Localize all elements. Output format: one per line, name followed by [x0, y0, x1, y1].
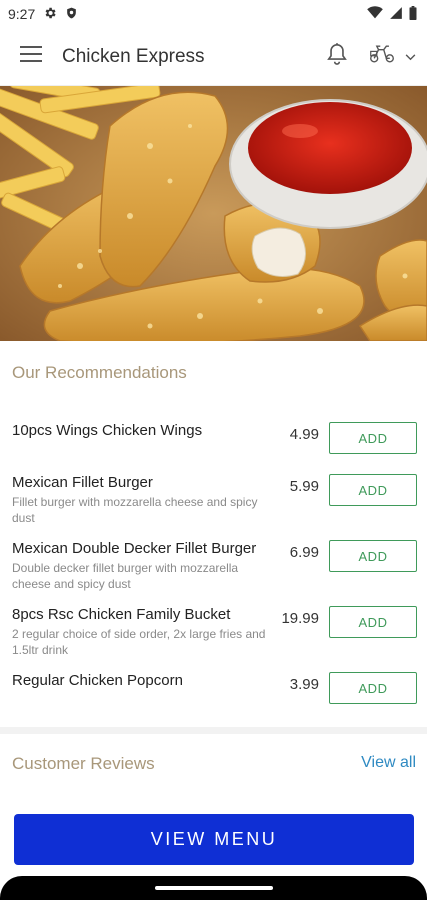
recommendations-title: Our Recommendations	[12, 363, 187, 382]
item-price: 3.99	[289, 676, 319, 693]
notifications-button[interactable]	[317, 37, 357, 77]
item-name: Mexican Double Decker Fillet Burger	[12, 540, 257, 557]
item-description: 2 regular choice of side order, 2x large…	[12, 627, 266, 657]
item-description: Double decker fillet burger with mozzare…	[12, 561, 239, 591]
system-navigation-bar	[0, 876, 427, 900]
item-name: Mexican Fillet Burger	[12, 474, 153, 491]
bell-icon	[326, 42, 348, 71]
scooter-icon	[369, 44, 395, 69]
add-button[interactable]: ADD	[329, 606, 417, 638]
cell-signal-icon	[389, 6, 403, 23]
item-price: 6.99	[289, 544, 319, 561]
status-left: 9:27	[8, 6, 78, 23]
settings-gear-icon	[43, 6, 57, 23]
status-right	[367, 5, 417, 23]
shield-icon	[65, 6, 78, 23]
chicken-tenders-illustration	[0, 86, 427, 341]
view-all-reviews-link[interactable]: View all	[361, 754, 416, 772]
add-button[interactable]: ADD	[329, 422, 417, 454]
order-mode-selector[interactable]	[357, 37, 427, 77]
status-time: 9:27	[8, 6, 36, 22]
wifi-icon	[367, 6, 383, 22]
status-bar: 9:27	[0, 0, 427, 28]
item-name: Regular Chicken Popcorn	[12, 672, 183, 689]
item-price: 5.99	[289, 478, 319, 495]
add-button[interactable]: ADD	[329, 474, 417, 506]
item-name: 8pcs Rsc Chicken Family Bucket	[12, 606, 231, 623]
app-bar: Chicken Express	[0, 28, 427, 86]
hero-image	[0, 86, 427, 341]
battery-icon	[409, 5, 417, 23]
add-button[interactable]: ADD	[329, 540, 417, 572]
app-title: Chicken Express	[62, 45, 205, 67]
chevron-down-icon	[405, 48, 416, 66]
hamburger-menu-button[interactable]	[0, 28, 62, 86]
item-price: 4.99	[289, 426, 319, 443]
item-price: 19.99	[281, 610, 319, 627]
add-button[interactable]: ADD	[329, 672, 417, 704]
section-divider	[0, 727, 427, 734]
home-gesture-handle[interactable]	[154, 886, 273, 890]
hamburger-menu-icon	[20, 46, 42, 67]
customer-reviews-title: Customer Reviews	[12, 754, 155, 773]
view-menu-button[interactable]: VIEW MENU	[14, 814, 414, 865]
item-name: 10pcs Wings Chicken Wings	[12, 422, 203, 439]
item-description: Fillet burger with mozzarella cheese and…	[12, 495, 258, 525]
